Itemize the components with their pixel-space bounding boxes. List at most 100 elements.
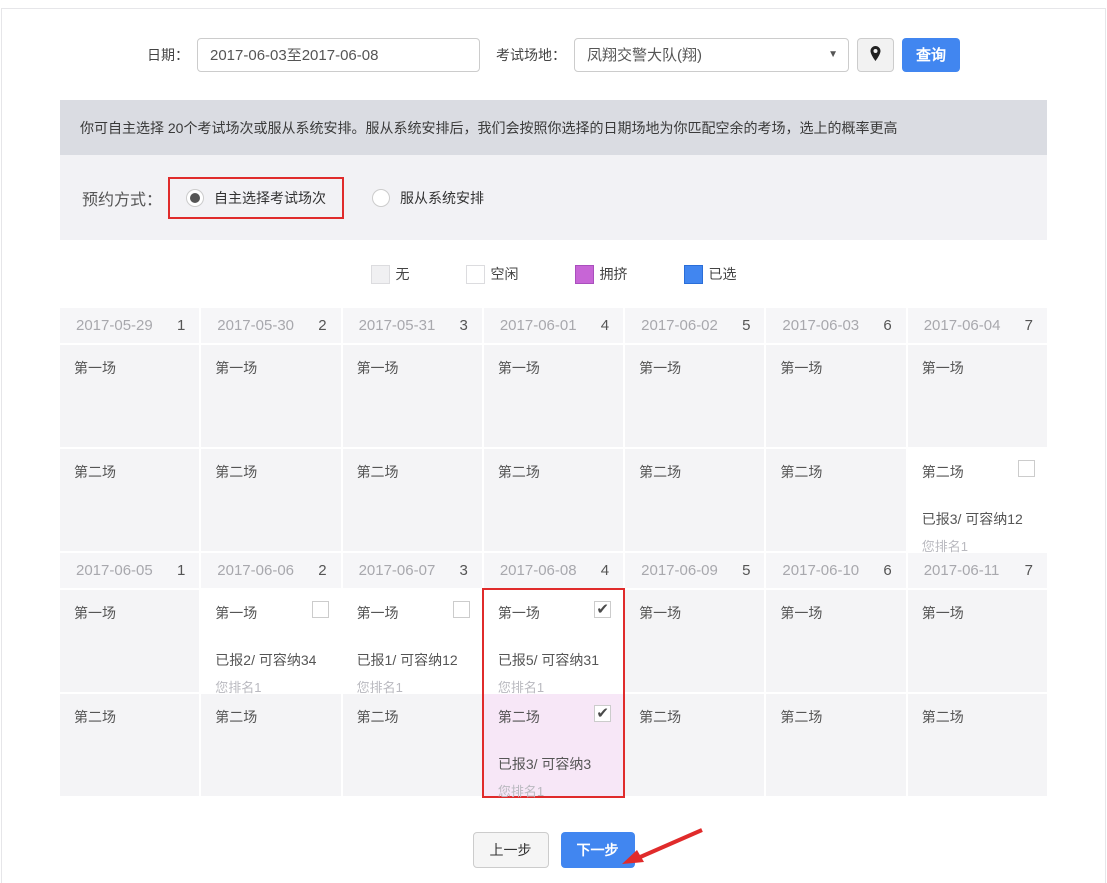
day-date: 2017-06-01 [499,317,577,334]
day-sessions: 第一场 已报1/ 可容纳12 您排名1 第二场 [342,590,482,796]
session-cell[interactable]: 第二场 ✔ 已报3/ 可容纳3 您排名1 [483,694,624,799]
calendar-day: 2017-06-05 1 第一场 第二场 [60,553,200,796]
day-sessions: 第一场第二场 [60,590,200,796]
session-cell[interactable]: 第二场 [625,449,765,551]
session-cell[interactable]: 第一场 已报2/ 可容纳34 您排名1 [201,590,341,695]
session-cell[interactable]: 第二场 [201,449,341,551]
day-date: 2017-05-30 [217,317,295,334]
radio-icon[interactable] [372,188,391,207]
session-cell[interactable]: 第二场 [483,449,624,551]
day-date: 2017-06-10 [782,562,860,579]
next-step-button[interactable]: 下一步 [560,832,635,868]
session-cell[interactable]: 第一场 [60,590,200,692]
day-date: 2017-05-29 [76,317,153,334]
day-date: 2017-06-11 [923,562,1000,579]
session-name: 第二场 [780,709,823,725]
session-checkbox[interactable]: ✔ [594,601,612,618]
session-cell[interactable]: 第一场 [625,345,765,447]
day-date: 2017-06-02 [641,317,718,334]
legend-label: 拥挤 [599,266,628,282]
session-cell[interactable]: 第二场 [342,449,482,551]
calendar-day: 2017-05-31 3 第一场 第二场 [342,308,482,551]
session-cell[interactable]: 第二场 [201,694,341,796]
session-cell[interactable]: 第一场 已报1/ 可容纳12 您排名1 [342,590,482,695]
session-cell[interactable]: 第二场 [766,694,906,796]
session-cell[interactable]: 第一场 [60,345,200,447]
session-name: 第一场 [639,605,682,621]
legend-swatch [574,264,594,284]
day-header: 2017-06-07 3 [342,553,482,588]
session-cell[interactable]: 第一场 [201,345,341,447]
calendar-day: 2017-06-06 2 第一场 已报2/ 可容纳34 您排名1 第二场 [201,553,341,796]
legend-item: 拥挤 [574,264,628,284]
venue-select[interactable]: 凤翔交警大队(翔) ▼ [573,37,849,72]
session-cell[interactable]: 第二场 [625,694,765,796]
prev-step-button[interactable]: 上一步 [472,832,549,868]
calendar-day: 2017-06-02 5 第一场第二场 [625,308,765,551]
calendar-day: 2017-06-07 3 第一场 已报1/ 可容纳12 您排名1 第二场 [342,553,482,796]
day-weekday: 1 [176,562,186,579]
session-cell[interactable]: 第一场 [907,345,1047,447]
calendar-day: 2017-06-08 4 第一场 ✔ 已报5/ 可容纳31 您排名1 第二场 ✔ 已报3/ 可容… [481,553,626,799]
legend-swatch [370,264,390,284]
session-cell[interactable]: 第二场 [60,449,200,551]
session-cell[interactable]: 第一场 [483,345,624,447]
session-checkbox[interactable]: ✔ [594,705,612,722]
location-button[interactable] [856,37,894,72]
session-checkbox[interactable] [452,601,470,618]
session-name: 第二场 [215,464,258,480]
session-name: 第一场 [921,605,964,621]
session-capacity: 已报5/ 可容纳31 [497,652,599,668]
legend-item: 无 [370,264,410,284]
query-button[interactable]: 查询 [901,37,960,72]
day-sessions: 第一场 第二场 已报3/ 可容纳12 您排名1 [907,345,1047,554]
session-cell[interactable]: 第一场 ✔ 已报5/ 可容纳31 您排名1 [483,590,624,695]
legend-item: 空闲 [465,264,519,284]
session-cell[interactable]: 第二场 已报3/ 可容纳12 您排名1 [907,449,1047,554]
day-sessions: 第一场第二场 [625,345,765,551]
session-rank: 您排名1 [497,784,545,799]
notice-text: 你可自主选择 20个考试场次或服从系统安排。服从系统安排后，我们会按照你选择的日… [80,119,898,136]
session-cell[interactable]: 第二场 [907,694,1047,796]
session-capacity: 已报3/ 可容纳12 [921,511,1023,527]
day-weekday: 5 [742,317,751,334]
wizard-footer: 上一步 下一步 [2,828,1105,868]
session-cell[interactable]: 第一场 [766,345,906,447]
radio-icon[interactable] [186,188,205,207]
day-header: 2017-06-02 5 [625,308,765,343]
session-cell[interactable]: 第二场 [342,694,482,796]
legend-item: 已选 [683,264,737,284]
session-checkbox[interactable] [1018,460,1035,477]
session-cell[interactable]: 第一场 [907,590,1047,692]
day-header: 2017-05-30 2 [201,308,341,343]
calendar-day: 2017-05-30 2 第一场第二场 [201,308,341,551]
session-cell[interactable]: 第二场 [60,694,200,796]
day-date: 2017-05-31 [358,317,436,334]
session-checkbox[interactable] [311,601,329,618]
booking-option-0[interactable]: 自主选择考试场次 [168,176,345,219]
legend-label: 无 [395,266,410,282]
booking-option-1[interactable]: 服从系统安排 [354,177,502,219]
calendar-week: 2017-06-05 1 第一场 第二场 2017-06-06 2 第一场 已报2/ 可容纳3… [60,553,1047,799]
day-weekday: 6 [883,317,892,334]
session-cell[interactable]: 第一场 [766,590,906,692]
day-sessions: 第一场第二场 [201,345,341,551]
day-weekday: 6 [883,562,892,579]
day-date: 2017-06-04 [923,317,1001,334]
session-name: 第二场 [639,464,682,480]
day-sessions: 第一场第二场 [766,590,906,796]
session-name: 第一场 [74,605,116,621]
session-name: 第二场 [215,709,258,725]
session-capacity: 已报2/ 可容纳34 [215,652,317,668]
booking-option-label: 自主选择考试场次 [214,189,327,206]
session-cell[interactable]: 第一场 [625,590,765,692]
day-date: 2017-06-09 [641,562,718,579]
day-sessions: 第一场 第二场 [766,345,906,551]
legend-label: 空闲 [490,266,519,282]
date-range-input[interactable] [196,37,480,72]
session-cell[interactable]: 第二场 [766,449,906,551]
highlighted-day-sessions: 第一场 ✔ 已报5/ 可容纳31 您排名1 第二场 ✔ 已报3/ 可容纳3 您排名1 [481,588,626,799]
map-pin-icon [868,45,883,65]
session-cell[interactable]: 第一场 [342,345,482,447]
calendar-day: 2017-06-09 5 第一场 第二场 [625,553,765,796]
